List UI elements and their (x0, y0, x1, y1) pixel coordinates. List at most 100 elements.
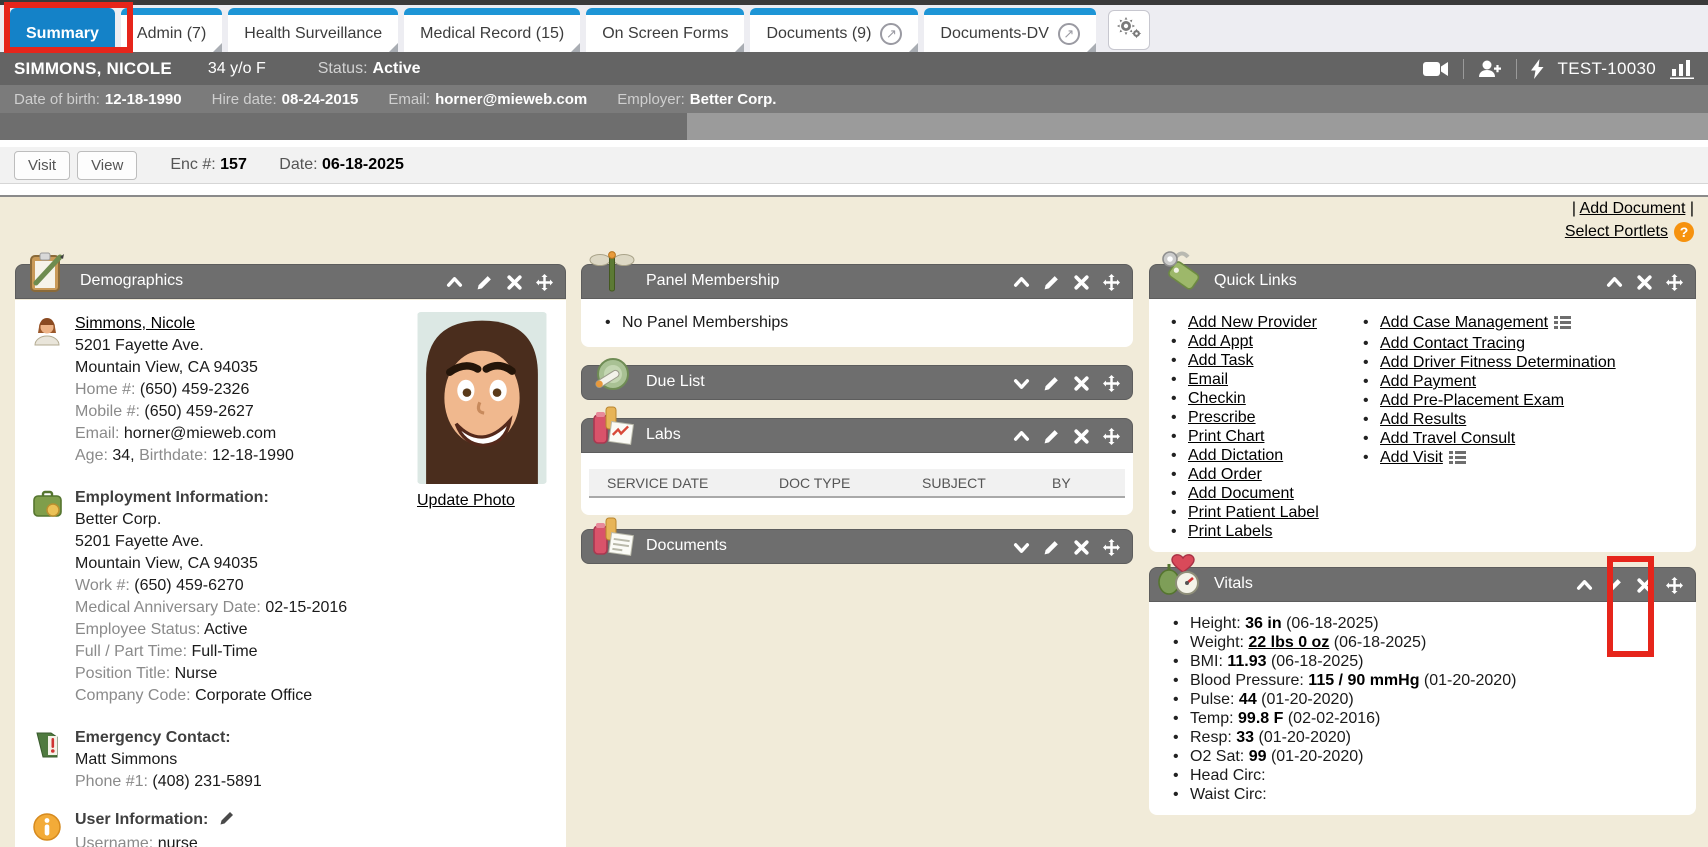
help-icon[interactable]: ? (1674, 222, 1694, 242)
caduceus-icon (588, 249, 636, 297)
move-icon[interactable] (536, 274, 553, 291)
quick-link[interactable]: Add Dictation (1188, 447, 1283, 464)
move-icon[interactable] (1103, 375, 1120, 392)
edit-icon[interactable] (476, 274, 493, 291)
collapse-icon[interactable] (1576, 577, 1593, 594)
portlet-title: Labs (646, 426, 681, 444)
expand-icon[interactable] (1013, 539, 1030, 556)
tab-documents-dv[interactable]: Documents-DV ↗ (924, 8, 1095, 52)
edit-icon[interactable] (1606, 577, 1623, 594)
quick-link[interactable]: Prescribe (1188, 409, 1256, 426)
edit-icon[interactable] (1043, 428, 1060, 445)
move-icon[interactable] (1666, 577, 1683, 594)
close-icon[interactable] (1073, 274, 1090, 291)
move-icon[interactable] (1103, 274, 1120, 291)
close-icon[interactable] (1073, 375, 1090, 392)
video-camera-icon[interactable] (1423, 61, 1449, 77)
lightning-bolt-icon[interactable] (1531, 59, 1544, 79)
portlet-header-documents: Documents (581, 529, 1133, 564)
quick-link[interactable]: Add Task (1188, 352, 1254, 369)
portlet-controls (1013, 375, 1120, 392)
vital-date: (01-20-2020) (1271, 748, 1364, 765)
quick-link[interactable]: Add Results (1380, 411, 1466, 428)
tab-health-surveillance[interactable]: Health Surveillance (228, 8, 398, 52)
quick-link[interactable]: Print Patient Label (1188, 504, 1319, 521)
column-header-service-date[interactable]: SERVICE DATE (589, 475, 779, 491)
quick-link[interactable]: Print Chart (1188, 428, 1264, 445)
move-icon[interactable] (1103, 539, 1120, 556)
quick-link[interactable]: Add Document (1188, 485, 1294, 502)
close-icon[interactable] (1073, 428, 1090, 445)
quick-link[interactable]: Add Contact Tracing (1380, 335, 1525, 352)
collapse-icon[interactable] (1606, 274, 1623, 291)
column-header-by[interactable]: BY (1052, 475, 1125, 491)
external-link-icon[interactable]: ↗ (1058, 23, 1080, 45)
quick-link[interactable]: Add Pre-Placement Exam (1380, 392, 1564, 409)
bar-chart-icon[interactable] (1670, 59, 1696, 79)
add-document-link[interactable]: Add Document (1580, 200, 1686, 217)
quick-link[interactable]: Add Appt (1188, 333, 1253, 350)
patient-name-link[interactable]: Simmons, Nicole (75, 315, 195, 332)
quick-link[interactable]: Checkin (1188, 390, 1246, 407)
list-item: Add Task (1171, 351, 1319, 370)
tab-settings-button[interactable] (1108, 10, 1150, 50)
quick-link[interactable]: Email (1188, 371, 1228, 388)
move-icon[interactable] (1103, 428, 1120, 445)
move-icon[interactable] (1666, 274, 1683, 291)
column-header-doc-type[interactable]: DOC TYPE (779, 475, 922, 491)
edit-icon[interactable] (1043, 375, 1060, 392)
external-link-icon[interactable]: ↗ (880, 23, 902, 45)
quick-link[interactable]: Add Payment (1380, 373, 1476, 390)
mobile-phone: Mobile #: (650) 459-2627 (75, 401, 294, 423)
edit-pencil-icon[interactable] (219, 810, 235, 833)
column-header-subject[interactable]: SUBJECT (922, 475, 1052, 491)
tab-medical-record[interactable]: Medical Record (15) (404, 8, 580, 52)
scrollbar-thumb[interactable] (0, 113, 687, 140)
visit-button[interactable]: Visit (14, 151, 70, 180)
tab-summary[interactable]: Summary (10, 8, 115, 52)
vital-pulse: Pulse: 44 (01-20-2020) (1173, 690, 1516, 709)
edit-icon[interactable] (1043, 274, 1060, 291)
user-info-heading-row: User Information: (75, 809, 235, 833)
collapse-icon[interactable] (1013, 428, 1030, 445)
tab-admin[interactable]: Admin (7) (121, 8, 222, 52)
tab-label: Documents (9) (766, 25, 871, 43)
quick-link[interactable]: Add Order (1188, 466, 1262, 483)
field-label: Position Title: (75, 665, 170, 682)
emergency-heading: Emergency Contact: (75, 727, 262, 749)
collapse-icon[interactable] (1013, 274, 1030, 291)
age-birthdate-row: Age: 34, Birthdate: 12-18-1990 (75, 445, 294, 467)
detail-dob: Date of birth:12-18-1990 (14, 91, 182, 108)
expand-icon[interactable] (1013, 375, 1030, 392)
field-value: (650) 459-6270 (134, 577, 243, 594)
collapse-icon[interactable] (446, 274, 463, 291)
vital-value: 99.8 F (1238, 710, 1283, 727)
add-person-icon[interactable] (1478, 60, 1502, 78)
portlet-header-vitals: Vitals (1149, 567, 1696, 602)
list-item: Add Travel Consult (1363, 429, 1616, 448)
header-horizontal-scrollbar[interactable] (0, 113, 1708, 140)
quick-link[interactable]: Add Driver Fitness Determination (1380, 354, 1616, 371)
quick-link[interactable]: Print Labels (1188, 523, 1273, 540)
demographics-emergency-group: Emergency Contact: Matt Simmons Phone #1… (15, 727, 566, 793)
tab-label: Medical Record (15) (420, 25, 564, 43)
select-portlets-link[interactable]: Select Portlets (1565, 223, 1668, 241)
select-portlets-row: Select Portlets ? (1565, 222, 1694, 242)
list-item: Add Pre-Placement Exam (1363, 391, 1616, 410)
quick-link[interactable]: Add Case Management (1380, 314, 1548, 331)
view-button[interactable]: View (77, 151, 137, 180)
close-icon[interactable] (1636, 577, 1653, 594)
quick-link[interactable]: Add Travel Consult (1380, 430, 1515, 447)
tab-on-screen-forms[interactable]: On Screen Forms (586, 8, 744, 52)
vital-value[interactable]: 22 lbs 0 oz (1248, 634, 1329, 651)
tab-documents[interactable]: Documents (9) ↗ (750, 8, 918, 52)
portlet-header-demographics: Demographics (15, 264, 566, 299)
quick-link[interactable]: Add Visit (1380, 449, 1443, 466)
close-icon[interactable] (1073, 539, 1090, 556)
close-icon[interactable] (1636, 274, 1653, 291)
info-icon (31, 809, 75, 847)
edit-icon[interactable] (1043, 539, 1060, 556)
update-photo-link[interactable]: Update Photo (417, 492, 515, 510)
close-icon[interactable] (506, 274, 523, 291)
quick-link[interactable]: Add New Provider (1188, 314, 1317, 331)
